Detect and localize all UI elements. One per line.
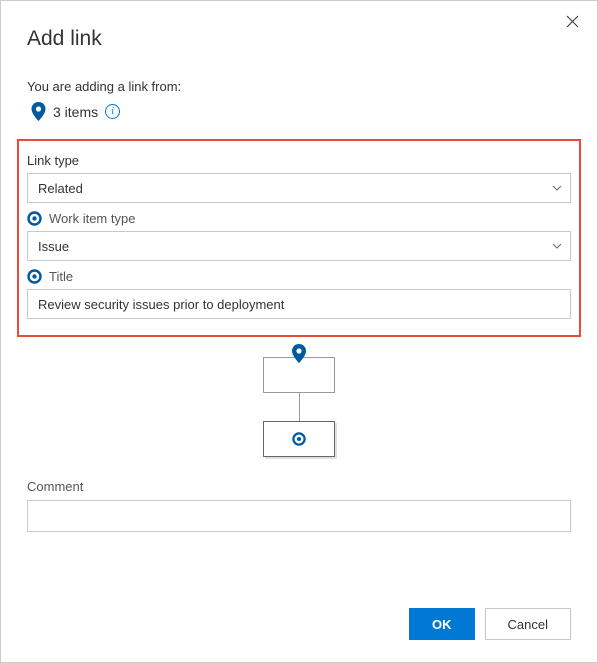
title-label: Title: [49, 269, 73, 284]
source-count: 3 items: [53, 104, 98, 120]
work-item-type-select[interactable]: Issue: [27, 231, 571, 261]
pin-icon: [31, 102, 46, 121]
diagram-target-node: [263, 421, 335, 457]
source-items-row: 3 items i: [27, 102, 571, 121]
diagram-connector: [299, 393, 300, 421]
subheading: You are adding a link from:: [27, 79, 571, 94]
target-icon: [27, 269, 42, 284]
cancel-button[interactable]: Cancel: [485, 608, 571, 640]
relationship-diagram: [27, 357, 571, 457]
field-link-type: Link type Related: [27, 153, 571, 203]
field-title: Title: [27, 269, 571, 319]
dialog-footer: OK Cancel: [409, 608, 571, 640]
comment-label: Comment: [27, 479, 571, 494]
ok-button[interactable]: OK: [409, 608, 475, 640]
highlight-region: Link type Related Work item type Issue: [17, 139, 581, 337]
add-link-dialog: Add link You are adding a link from: 3 i…: [0, 0, 598, 663]
close-icon: [566, 15, 579, 28]
comment-input[interactable]: [27, 500, 571, 532]
link-type-label: Link type: [27, 153, 79, 168]
work-item-type-label: Work item type: [49, 211, 135, 226]
dialog-title: Add link: [27, 27, 571, 51]
title-input[interactable]: [27, 289, 571, 319]
pin-icon: [292, 344, 307, 363]
close-button[interactable]: [566, 15, 579, 31]
field-work-item-type: Work item type Issue: [27, 211, 571, 261]
info-icon[interactable]: i: [105, 104, 120, 119]
link-type-select[interactable]: Related: [27, 173, 571, 203]
target-icon: [292, 432, 306, 446]
diagram-source-node: [263, 357, 335, 393]
target-icon: [27, 211, 42, 226]
